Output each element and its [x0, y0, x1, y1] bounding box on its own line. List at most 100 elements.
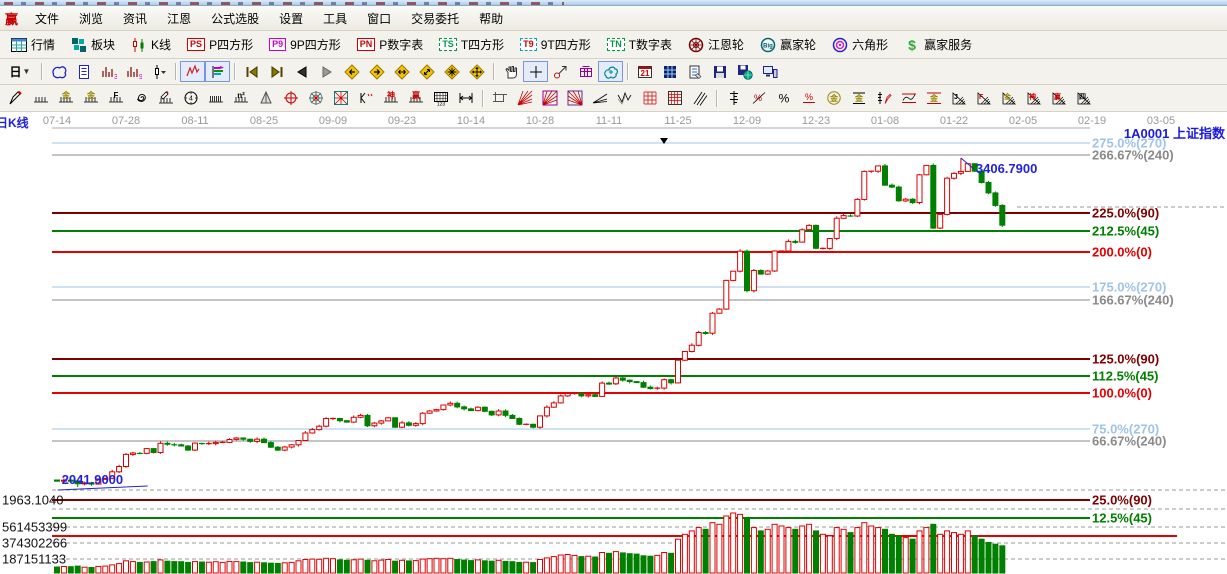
v-scale-button[interactable] — [721, 88, 746, 109]
angle-four-button[interactable]: 四 — [1071, 88, 1096, 109]
red-grid-button[interactable] — [637, 88, 662, 109]
p-number-button[interactable]: PNP数字表 — [349, 34, 432, 55]
ying-ruler-button[interactable]: 赢 — [403, 88, 428, 109]
angle-j-button[interactable]: J — [946, 88, 971, 109]
menu-item-5[interactable]: 设置 — [269, 9, 313, 29]
menu-item-8[interactable]: 交易委托 — [401, 9, 469, 29]
t-square-button[interactable]: TST四方形 — [431, 34, 512, 55]
f-ruler-button[interactable]: F — [103, 88, 128, 109]
grid-ruler-button[interactable]: 123 — [428, 88, 453, 109]
angle-f-button[interactable]: F — [971, 88, 996, 109]
menu-item-9[interactable]: 帮助 — [469, 9, 513, 29]
menu-item-7[interactable]: 窗口 — [357, 9, 401, 29]
diamond-left-button[interactable] — [339, 61, 364, 82]
v-pen-button[interactable] — [871, 88, 896, 109]
calendar-button[interactable]: 21 — [632, 61, 657, 82]
gold-ruler-button[interactable]: 金 — [53, 88, 78, 109]
t-number-button[interactable]: TNT数字表 — [599, 34, 680, 55]
draw-pen-button[interactable] — [3, 88, 28, 109]
matrix-button[interactable] — [657, 61, 682, 82]
target-button[interactable] — [278, 88, 303, 109]
box-tool-button[interactable] — [487, 88, 512, 109]
radial-web-button[interactable] — [303, 88, 328, 109]
gann-fan-button[interactable] — [512, 88, 537, 109]
gold-circle-button[interactable]: 金 — [821, 88, 846, 109]
n2-ruler-button[interactable]: n² — [228, 88, 253, 109]
prev-page-button[interactable] — [289, 61, 314, 82]
zigzag-button[interactable] — [612, 88, 637, 109]
angle-gold-button[interactable]: 金 — [996, 88, 1021, 109]
diamond-right-button[interactable] — [364, 61, 389, 82]
menu-item-3[interactable]: 江恩 — [157, 9, 201, 29]
ruler-button[interactable] — [28, 88, 53, 109]
diamond-cross-button[interactable] — [464, 61, 489, 82]
diamond-xswap-button[interactable] — [414, 61, 439, 82]
save-button[interactable] — [707, 61, 732, 82]
diamond-hswap-button[interactable] — [389, 61, 414, 82]
hexagon-button-label: 六角形 — [852, 36, 888, 53]
spiral-button[interactable] — [128, 88, 153, 109]
red-grid2-button[interactable] — [662, 88, 687, 109]
candle-style-button[interactable] — [146, 61, 171, 82]
web-box-button[interactable] — [328, 88, 353, 109]
crosshair-button[interactable] — [523, 61, 548, 82]
gift-tool-button[interactable] — [573, 61, 598, 82]
pattern-search-button[interactable] — [180, 61, 205, 82]
last-page-button[interactable] — [264, 61, 289, 82]
angle-shen-button[interactable]: 神 — [1021, 88, 1046, 109]
tag-pen-button[interactable] — [548, 61, 573, 82]
menu-item-4[interactable]: 公式选股 — [201, 9, 269, 29]
hexagon-button[interactable]: 六角形 — [824, 34, 896, 55]
span-arrows-button[interactable] — [453, 88, 478, 109]
quote-grid-icon — [11, 37, 27, 53]
first-page-button[interactable] — [239, 61, 264, 82]
menu-item-0[interactable]: 文件 — [25, 9, 69, 29]
winner-service-button[interactable]: $赢家服务 — [896, 34, 980, 55]
menu-item-2[interactable]: 资讯 — [113, 9, 157, 29]
time-circle-button[interactable]: 4 — [178, 88, 203, 109]
menu-item-1[interactable]: 浏览 — [69, 9, 113, 29]
angle-ying-button[interactable]: 赢 — [1046, 88, 1071, 109]
info-doc-button[interactable] — [71, 61, 96, 82]
wave-channel-button[interactable] — [896, 88, 921, 109]
menu-item-6[interactable]: 工具 — [313, 9, 357, 29]
pct-line-button[interactable]: % — [796, 88, 821, 109]
color-histogram-button[interactable] — [205, 61, 230, 82]
fan-box-button[interactable] — [537, 88, 562, 109]
pen-ruler-button[interactable] — [153, 88, 178, 109]
winner-wheel-button[interactable]: Big赢家轮 — [752, 34, 824, 55]
p9-square-button[interactable]: P99P四方形 — [261, 34, 349, 55]
bars3-button[interactable]: 3 — [96, 61, 121, 82]
kline-button[interactable]: K线 — [123, 34, 179, 55]
svg-text:123: 123 — [436, 102, 445, 107]
note-button[interactable] — [682, 61, 707, 82]
bars9-button[interactable]: 9 — [121, 61, 146, 82]
period-day-button[interactable]: 日▼ — [3, 61, 37, 82]
next-page-button[interactable] — [314, 61, 339, 82]
k-marks-button[interactable] — [353, 88, 378, 109]
gann-wheel-button[interactable]: 江恩轮 — [680, 34, 752, 55]
sectors-button[interactable]: 板块 — [63, 34, 123, 55]
comb-icon — [33, 90, 49, 106]
network-button[interactable] — [46, 61, 71, 82]
brain-tool-button[interactable] — [598, 61, 623, 82]
t9-square-button[interactable]: T99T四方形 — [512, 34, 599, 55]
percent-button[interactable]: % — [771, 88, 796, 109]
workstation-button[interactable] — [757, 61, 782, 82]
pct-ruler-button[interactable]: % — [746, 88, 771, 109]
diamond-star-button[interactable] — [439, 61, 464, 82]
hand-button[interactable] — [498, 61, 523, 82]
kline-chart[interactable]: 275.0%(270)266.67%(240)225.0%(90)212.5%(… — [0, 112, 1227, 574]
shen-ruler-button[interactable]: 神 — [378, 88, 403, 109]
parallel-button[interactable] — [687, 88, 712, 109]
fan-box2-button[interactable] — [562, 88, 587, 109]
gold-ruler2-button[interactable]: 金 — [78, 88, 103, 109]
web-save-button[interactable] — [732, 61, 757, 82]
rays-button[interactable] — [587, 88, 612, 109]
p-square-button[interactable]: PSP四方形 — [179, 34, 261, 55]
gold-channel-button[interactable]: 金 — [921, 88, 946, 109]
quotes-button[interactable]: 行情 — [3, 34, 63, 55]
prism-button[interactable] — [253, 88, 278, 109]
dense-ruler-button[interactable] — [203, 88, 228, 109]
gold-bars-button[interactable]: 金 — [846, 88, 871, 109]
